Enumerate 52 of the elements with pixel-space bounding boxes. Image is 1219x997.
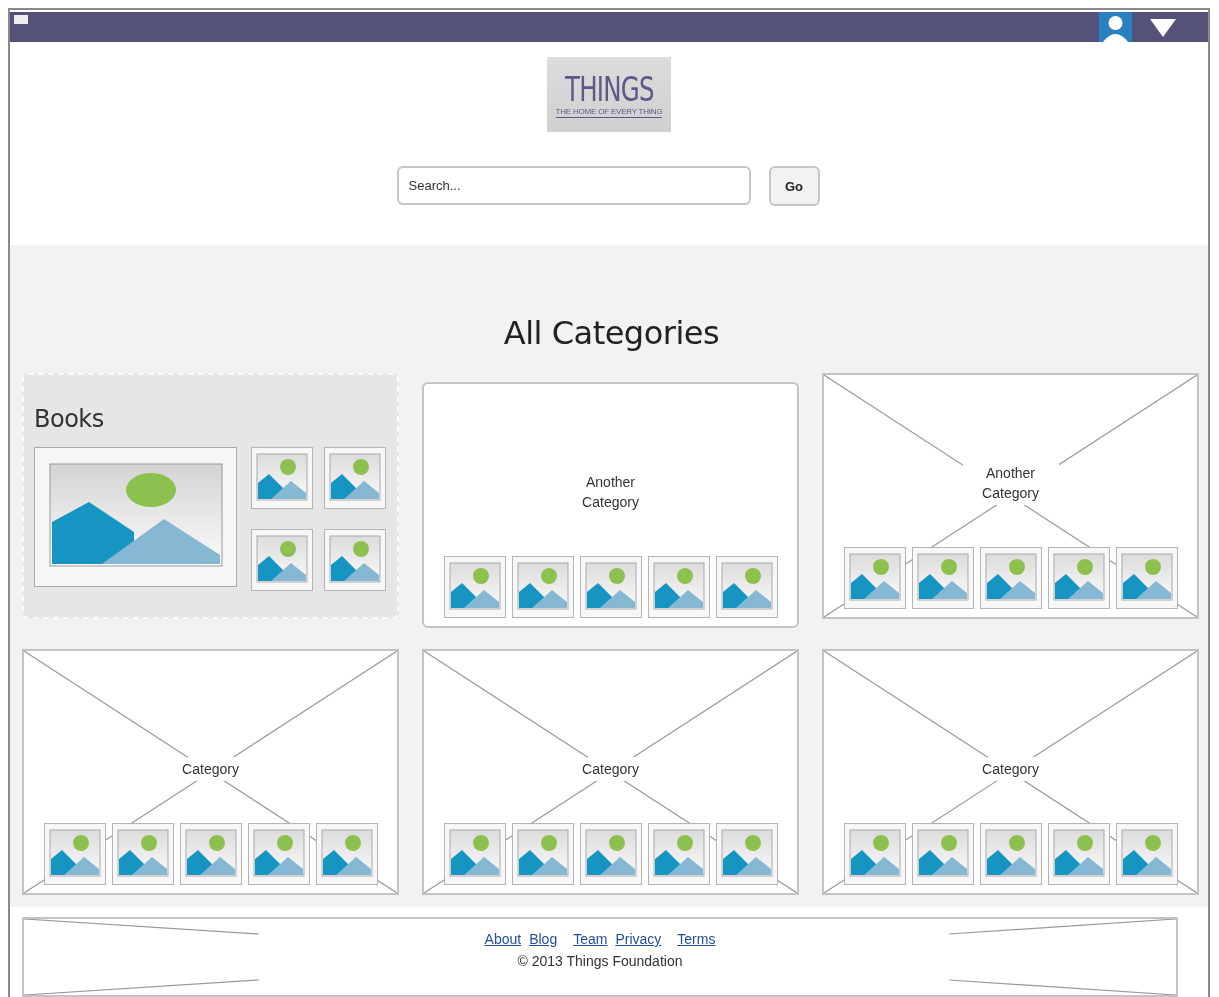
page-heading: All Categories — [502, 313, 721, 353]
go-button[interactable]: Go — [768, 166, 820, 206]
image-icon — [443, 823, 506, 885]
footer-link[interactable]: Team — [573, 931, 608, 947]
image-icon — [1115, 547, 1178, 609]
image-icon — [511, 556, 574, 618]
category-card[interactable]: Category — [22, 649, 399, 895]
avatar-icon[interactable] — [1099, 12, 1132, 42]
image-icon — [579, 823, 642, 885]
image-icon — [579, 556, 642, 618]
search-field[interactable]: Search... — [396, 166, 751, 205]
image-icon — [34, 447, 237, 587]
category-title: Books — [34, 405, 104, 433]
image-icon — [979, 547, 1042, 609]
image-icon — [251, 447, 313, 509]
image-icon — [43, 823, 106, 885]
image-icon — [911, 547, 974, 609]
image-icon — [179, 823, 242, 885]
image-icon — [715, 823, 778, 885]
footer-link[interactable]: Privacy — [615, 931, 662, 947]
category-card[interactable]: Category — [822, 649, 1199, 895]
category-card[interactable]: Books — [22, 373, 399, 619]
category-title: Another Category — [962, 461, 1059, 505]
image-icon — [315, 823, 378, 885]
image-icon — [247, 823, 310, 885]
footer-link[interactable]: Blog — [529, 931, 558, 947]
image-icon — [647, 823, 710, 885]
category-card[interactable]: Another Category — [822, 373, 1199, 619]
logo-title: THINGS — [564, 71, 654, 107]
image-icon — [511, 823, 574, 885]
logo-tagline: THE HOME OF EVERY THING — [555, 107, 663, 118]
caret-icon[interactable] — [1150, 17, 1176, 37]
image-icon — [843, 823, 906, 885]
image-icon — [443, 556, 506, 618]
image-icon — [1115, 823, 1178, 885]
copyright-text: © 2013 Things Foundation — [517, 953, 683, 969]
category-card[interactable]: Category — [422, 649, 799, 895]
image-icon — [911, 823, 974, 885]
image-icon — [979, 823, 1042, 885]
image-icon — [715, 556, 778, 618]
image-icon — [843, 547, 906, 609]
image-icon — [324, 447, 386, 509]
footer-link[interactable]: Terms — [677, 931, 716, 947]
image-icon — [324, 529, 386, 591]
image-icon — [111, 823, 174, 885]
footer-link[interactable]: About — [484, 931, 522, 947]
window-icon — [14, 15, 28, 24]
image-icon — [1047, 823, 1110, 885]
image-icon — [647, 556, 710, 618]
image-icon — [251, 529, 313, 591]
image-icon — [1047, 547, 1110, 609]
category-card[interactable]: Another Category — [422, 382, 799, 628]
